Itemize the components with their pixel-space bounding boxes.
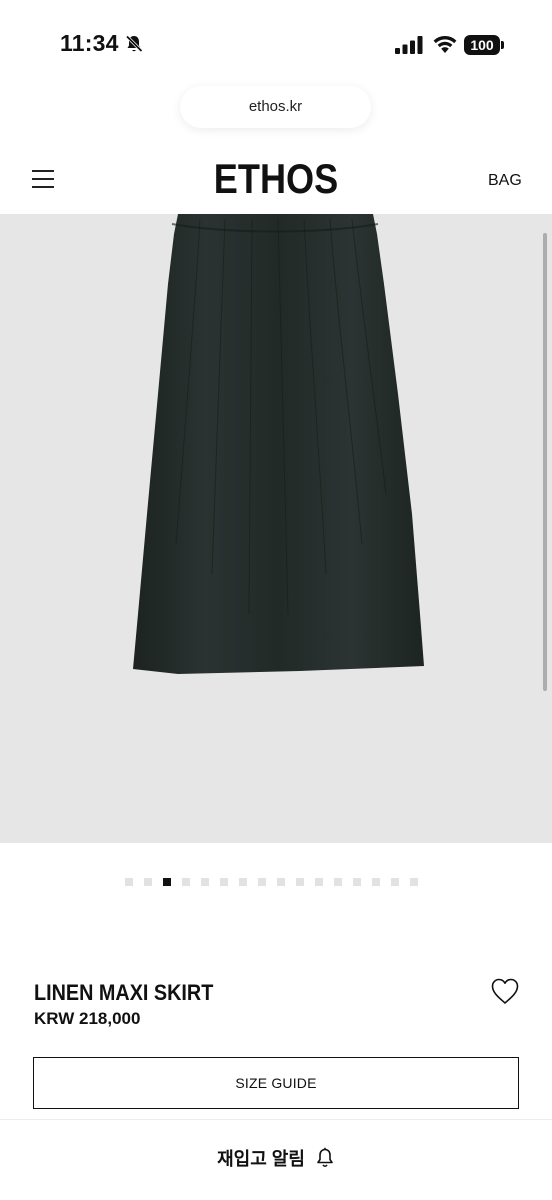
gallery-dot[interactable]: [296, 878, 304, 886]
gallery-dot[interactable]: [182, 878, 190, 886]
status-bar: 11:34 100: [0, 0, 552, 88]
size-guide-button[interactable]: SIZE GUIDE: [33, 1057, 519, 1109]
product-price: KRW 218,000: [34, 1009, 141, 1028]
cellular-signal-icon: [395, 36, 423, 54]
product-image[interactable]: [0, 214, 552, 843]
bell-off-icon: [125, 35, 143, 53]
gallery-dot[interactable]: [334, 878, 342, 886]
gallery-dot[interactable]: [277, 878, 285, 886]
status-time: 11:34: [60, 30, 119, 56]
gallery-pagination[interactable]: [125, 878, 418, 888]
bell-icon: [317, 1147, 333, 1168]
restock-label: 재입고 알림: [217, 1149, 305, 1169]
gallery-dot[interactable]: [201, 878, 209, 886]
wifi-icon: [433, 35, 457, 53]
page-scrollbar[interactable]: [543, 233, 547, 691]
brand-logo[interactable]: ETHOS: [39, 155, 514, 203]
battery-indicator: 100: [464, 35, 504, 55]
bag-link[interactable]: BAG: [488, 172, 522, 190]
gallery-dot[interactable]: [163, 878, 171, 886]
battery-level: 100: [464, 35, 500, 55]
gallery-dot[interactable]: [144, 878, 152, 886]
product-name: LINEN MAXI SKIRT: [34, 980, 214, 1005]
gallery-dot[interactable]: [353, 878, 361, 886]
gallery-dot[interactable]: [258, 878, 266, 886]
heart-icon[interactable]: [490, 977, 520, 1005]
skirt-illustration: [133, 214, 424, 674]
gallery-dot[interactable]: [220, 878, 228, 886]
address-bar[interactable]: ethos.kr: [180, 86, 371, 128]
restock-notify-button[interactable]: 재입고 알림: [0, 1140, 552, 1176]
gallery-dot[interactable]: [391, 878, 399, 886]
battery-tip: [501, 41, 504, 49]
gallery-dot[interactable]: [410, 878, 418, 886]
gallery-dot[interactable]: [125, 878, 133, 886]
bottom-divider: [0, 1119, 552, 1120]
gallery-dot[interactable]: [372, 878, 380, 886]
gallery-dot[interactable]: [315, 878, 323, 886]
gallery-dot[interactable]: [239, 878, 247, 886]
